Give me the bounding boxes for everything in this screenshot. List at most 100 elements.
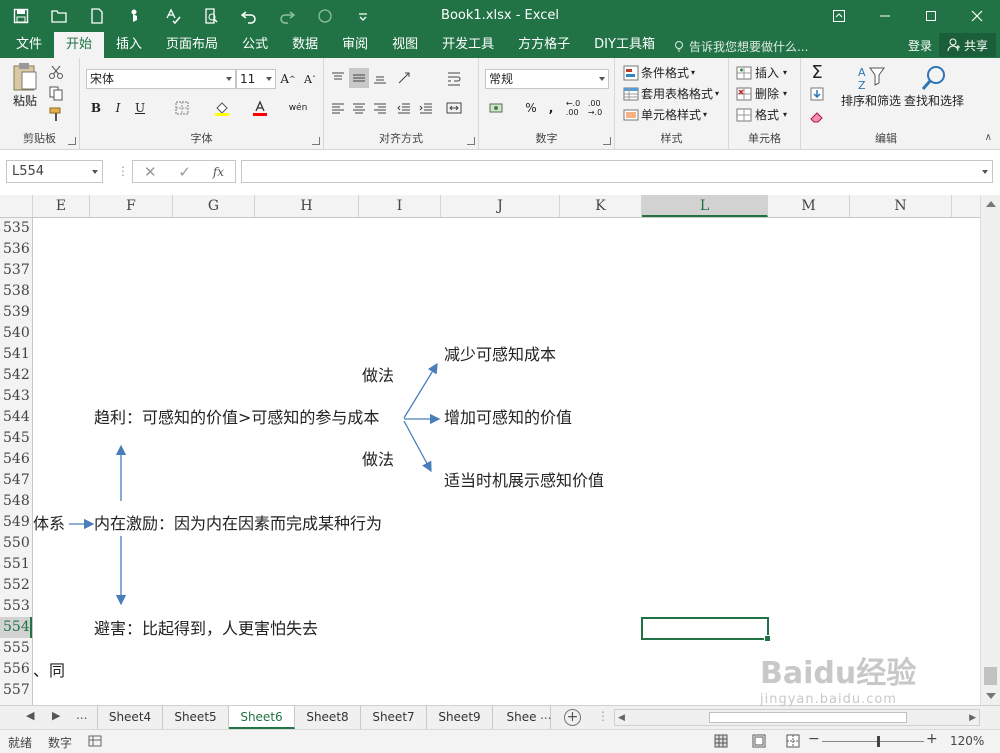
row-header-554[interactable]: 554 <box>0 617 32 638</box>
name-box[interactable]: L554 <box>6 160 103 183</box>
sheet-tab[interactable]: Sheet4 <box>97 706 163 729</box>
new-button[interactable] <box>82 2 112 30</box>
increase-indent-button[interactable] <box>416 98 436 118</box>
redo-button[interactable] <box>272 2 302 30</box>
cut-button[interactable] <box>46 62 66 82</box>
horizontal-scroll-thumb[interactable] <box>709 712 907 723</box>
scroll-left-icon[interactable]: ◀ <box>618 713 625 723</box>
decrease-indent-button[interactable] <box>394 98 414 118</box>
row-header-538[interactable]: 538 <box>0 281 32 302</box>
row-header-546[interactable]: 546 <box>0 449 32 470</box>
row-header-556[interactable]: 556 <box>0 659 32 680</box>
merge-center-button[interactable] <box>444 98 464 118</box>
row-header-555[interactable]: 555 <box>0 638 32 659</box>
row-header-544[interactable]: 544 <box>0 407 32 428</box>
collapse-ribbon-icon[interactable]: ∧ <box>985 132 992 143</box>
select-all-button[interactable] <box>0 195 33 217</box>
format-painter-button[interactable] <box>46 104 66 124</box>
row-header-542[interactable]: 542 <box>0 365 32 386</box>
phonetic-button[interactable]: wén <box>288 98 308 118</box>
vertical-scrollbar[interactable] <box>980 195 1000 705</box>
maximize-button[interactable] <box>908 0 954 32</box>
underline-button[interactable]: U <box>130 98 150 118</box>
column-header-e[interactable]: E <box>33 195 90 217</box>
font-color-button[interactable] <box>250 98 270 118</box>
sheet-tab[interactable]: Sheet5 <box>163 706 229 729</box>
tab-review[interactable]: 审阅 <box>330 34 380 58</box>
borders-button[interactable] <box>172 98 192 118</box>
number-format-combo[interactable]: 常规 <box>485 69 609 89</box>
tab-formulas[interactable]: 公式 <box>230 34 280 58</box>
grow-font-button[interactable]: A ^ <box>278 69 298 89</box>
increase-decimal-button[interactable]: ←.0.00 <box>563 98 583 118</box>
cell-styles-button[interactable]: 单元格样式 ▾ <box>623 106 707 123</box>
row-header-539[interactable]: 539 <box>0 302 32 323</box>
page-break-view-button[interactable] <box>786 734 800 751</box>
split-grip-icon[interactable]: ⋮ <box>597 709 609 723</box>
row-header-552[interactable]: 552 <box>0 575 32 596</box>
clipboard-launcher[interactable] <box>68 137 76 145</box>
row-header-551[interactable]: 551 <box>0 554 32 575</box>
scroll-down-icon[interactable] <box>986 693 996 699</box>
row-header-536[interactable]: 536 <box>0 239 32 260</box>
sheet-tab[interactable]: Sheet8 <box>295 706 361 729</box>
find-select-button[interactable]: 查找和选择 <box>903 64 965 109</box>
column-header-j[interactable]: J <box>441 195 560 217</box>
row-header-557[interactable]: 557 <box>0 680 32 701</box>
prev-sheet-icon[interactable]: ◀ <box>26 709 34 722</box>
more-sheets-right[interactable]: ... <box>540 708 551 722</box>
delete-cells-button[interactable]: 删除 ▾ <box>736 85 787 102</box>
row-header-550[interactable]: 550 <box>0 533 32 554</box>
sheet-tab[interactable]: Sheet7 <box>361 706 427 729</box>
tell-me-box[interactable]: 告诉我您想要做什么... <box>673 34 808 58</box>
row-header-553[interactable]: 553 <box>0 596 32 617</box>
zoom-out-button[interactable]: − <box>808 731 820 747</box>
zoom-slider-knob[interactable] <box>877 736 880 747</box>
decrease-decimal-button[interactable]: .00 →.0 <box>585 98 605 118</box>
row-header-548[interactable]: 548 <box>0 491 32 512</box>
horizontal-scrollbar[interactable]: ◀ ▶ <box>614 709 980 726</box>
sort-filter-button[interactable]: AZ 排序和筛选 <box>841 64 901 109</box>
add-sheet-button[interactable]: + <box>564 709 581 726</box>
shrink-font-button[interactable]: Aˇ <box>300 69 320 89</box>
column-header-m[interactable]: M <box>768 195 850 217</box>
align-right-button[interactable] <box>370 98 390 118</box>
column-header-i[interactable]: I <box>359 195 441 217</box>
font-launcher[interactable] <box>312 137 320 145</box>
currency-button[interactable] <box>487 98 507 118</box>
fill-button[interactable] <box>807 84 827 104</box>
circle-button[interactable] <box>310 2 340 30</box>
cancel-icon[interactable]: ✕ <box>144 163 157 181</box>
autosum-button[interactable]: Σ <box>807 62 827 83</box>
align-left-button[interactable] <box>328 98 348 118</box>
undo-button[interactable] <box>234 2 264 30</box>
zoom-level[interactable]: 120% <box>950 734 984 748</box>
formula-input[interactable] <box>241 160 993 183</box>
normal-view-button[interactable] <box>714 734 728 751</box>
zoom-in-button[interactable]: + <box>926 731 938 747</box>
open-button[interactable] <box>44 2 74 30</box>
sheet-grid[interactable]: 减少可感知成本 做法 趋利：可感知的价值>可感知的参与成本 增加可感知的价值 做… <box>33 218 980 705</box>
percent-button[interactable]: % <box>521 98 541 118</box>
login-link[interactable]: 登录 <box>908 37 932 54</box>
number-launcher[interactable] <box>603 137 611 145</box>
zoom-slider[interactable] <box>822 736 924 747</box>
sheet-tab-active[interactable]: Sheet6 <box>229 706 295 729</box>
selected-cell[interactable] <box>641 617 771 642</box>
insert-cells-button[interactable]: 插入 ▾ <box>736 64 787 81</box>
wrap-text-button[interactable] <box>444 68 464 88</box>
tab-insert[interactable]: 插入 <box>104 34 154 58</box>
save-button[interactable] <box>6 2 36 30</box>
column-header-f[interactable]: F <box>90 195 173 217</box>
column-header-l[interactable]: L <box>642 195 768 217</box>
tab-data[interactable]: 数据 <box>280 34 330 58</box>
format-cells-button[interactable]: 格式 ▾ <box>736 106 787 123</box>
column-header-n[interactable]: N <box>850 195 952 217</box>
page-layout-view-button[interactable] <box>752 734 766 751</box>
scroll-up-icon[interactable] <box>986 201 996 207</box>
conditional-format-button[interactable]: 条件格式 ▾ <box>623 64 695 81</box>
align-middle-button[interactable] <box>349 68 369 88</box>
font-size-combo[interactable]: 11 <box>236 69 276 89</box>
align-bottom-button[interactable] <box>370 68 390 88</box>
row-header-537[interactable]: 537 <box>0 260 32 281</box>
